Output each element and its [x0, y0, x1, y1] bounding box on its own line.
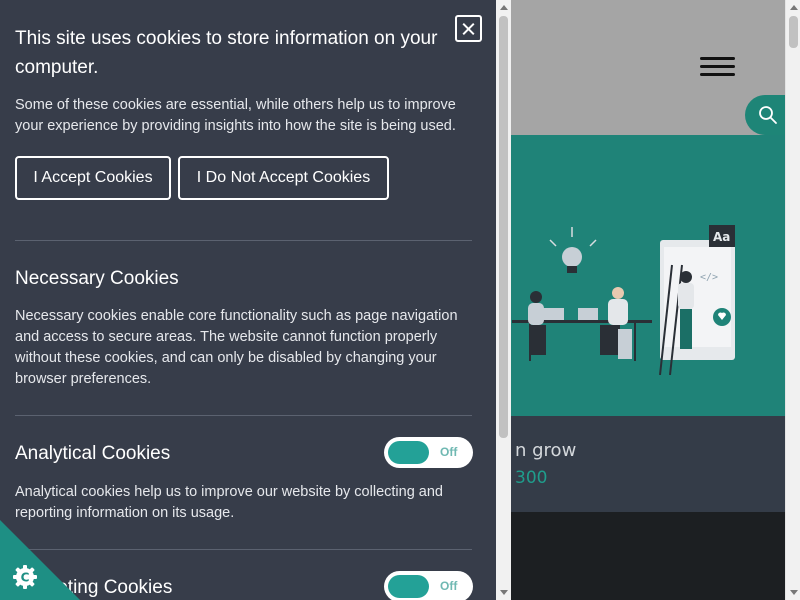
close-icon[interactable] — [455, 15, 482, 42]
panel-title: This site uses cookies to store informat… — [15, 28, 438, 78]
panel-scrollbar[interactable] — [496, 0, 511, 600]
necessary-cookies-title: Necessary Cookies — [15, 268, 179, 289]
menu-icon[interactable] — [700, 57, 736, 77]
card-title[interactable]: n grow — [515, 440, 615, 461]
decline-cookies-button[interactable]: I Do Not Accept Cookies — [178, 156, 389, 200]
toggle-state-label: Off — [440, 579, 458, 593]
divider — [15, 240, 472, 241]
search-icon — [759, 106, 777, 124]
toggle-knob — [388, 575, 429, 598]
svg-text:</>: </> — [700, 272, 718, 283]
scroll-up-icon[interactable] — [500, 5, 508, 10]
page-scrollbar[interactable] — [785, 0, 800, 600]
divider — [15, 549, 472, 550]
svg-text:Aa: Aa — [713, 230, 730, 244]
analytical-cookies-title: Analytical Cookies — [15, 443, 171, 464]
svg-text:C: C — [21, 571, 30, 585]
scroll-up-icon[interactable] — [790, 5, 798, 10]
accept-cookies-button[interactable]: I Accept Cookies — [15, 156, 171, 200]
divider — [15, 415, 472, 416]
search-button[interactable] — [745, 95, 785, 135]
cookie-consent-panel: This site uses cookies to store informat… — [0, 0, 496, 600]
analytical-cookies-toggle[interactable]: Off — [384, 437, 473, 468]
toggle-state-label: Off — [440, 445, 458, 459]
cookie-settings-button[interactable]: C — [0, 520, 80, 600]
scroll-down-icon[interactable] — [500, 590, 508, 595]
analytical-cookies-text: Analytical cookies help us to improve ou… — [15, 484, 443, 521]
scroll-down-icon[interactable] — [790, 590, 798, 595]
cookie-settings-icon: C — [13, 565, 37, 589]
hero-illustration: Aa </> — [512, 225, 735, 375]
toggle-knob — [388, 441, 429, 464]
card-subtitle: 300 — [515, 468, 548, 488]
page-scroll-thumb[interactable] — [789, 16, 798, 48]
marketing-cookies-toggle[interactable]: Off — [384, 571, 473, 600]
panel-scroll-thumb[interactable] — [499, 16, 508, 438]
necessary-cookies-text: Necessary cookies enable core functional… — [15, 308, 458, 387]
panel-intro: Some of these cookies are essential, whi… — [15, 97, 456, 134]
